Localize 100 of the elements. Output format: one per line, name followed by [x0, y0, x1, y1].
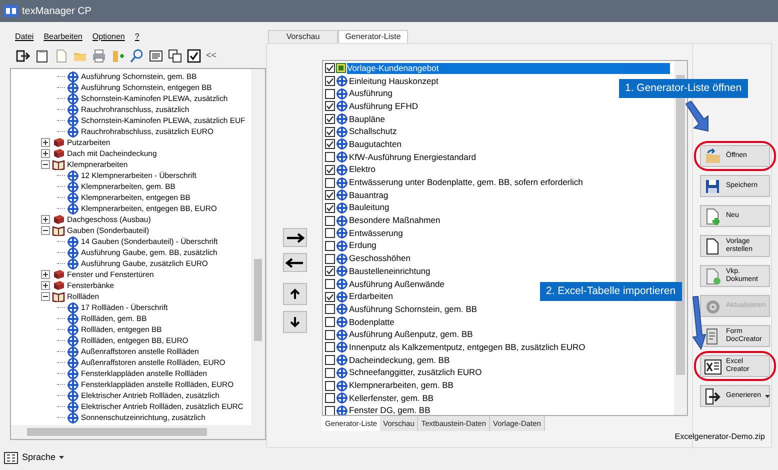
list-item[interactable]: Kellerfenster, gem. BB: [349, 392, 434, 404]
book-icon: [52, 148, 65, 159]
list-item[interactable]: Entwässerung unter Bodenplatte, gem. BB, sofern erforderlich: [349, 177, 583, 188]
checkbox[interactable]: [325, 228, 335, 238]
vertical-scrollbar[interactable]: [251, 69, 265, 425]
arrow-up-button[interactable]: [282, 283, 306, 305]
checkbox[interactable]: [325, 368, 335, 378]
checkbox[interactable]: [325, 216, 335, 226]
tab[interactable]: Generator-Liste: [338, 30, 408, 43]
menu-item[interactable]: Datei: [15, 31, 34, 43]
checkbox[interactable]: [325, 101, 335, 112]
checkbox[interactable]: [325, 240, 335, 251]
checkbox[interactable]: [325, 152, 335, 162]
list-item[interactable]: Bauantrag: [349, 190, 388, 201]
arrow-right-button[interactable]: [282, 228, 306, 247]
checkbox[interactable]: [325, 279, 335, 290]
checkbox[interactable]: [325, 76, 335, 86]
checkbox[interactable]: [325, 190, 335, 200]
checkbox[interactable]: [325, 114, 335, 124]
text-block-icon: [67, 390, 79, 402]
checkbox[interactable]: [325, 139, 335, 150]
checkbox[interactable]: [325, 178, 335, 188]
text-block-icon: [67, 126, 79, 138]
list-item[interactable]: Innenputz als Kalkzementputz, entgegen BB, zusätzlich EURO: [349, 342, 586, 353]
text-block-icon: [336, 75, 348, 88]
text-block-icon: [67, 412, 79, 424]
text-block-icon: [336, 316, 348, 328]
checkbox[interactable]: [325, 304, 335, 314]
expander-icon[interactable]: [41, 149, 50, 158]
checkbox[interactable]: [325, 164, 335, 175]
list-item[interactable]: Bauleitung: [349, 202, 390, 214]
copy-icon[interactable]: [168, 49, 182, 63]
list-item[interactable]: Schallschutz: [349, 126, 397, 138]
list-item[interactable]: Baustelleneinrichtung: [349, 266, 430, 277]
list-item[interactable]: Klempnerarbeiten, gem. BB: [349, 380, 454, 392]
caret-icon: [58, 456, 64, 460]
list-item[interactable]: Geschosshöhen: [349, 253, 410, 264]
clipboard-icon[interactable]: [35, 49, 49, 63]
language-dropdown[interactable]: Sprache: [22, 451, 64, 464]
expander-icon[interactable]: [41, 138, 50, 147]
arrow-left-button[interactable]: [282, 253, 306, 272]
tab[interactable]: Vorschau: [268, 30, 338, 43]
list-item[interactable]: Erdung: [349, 240, 376, 252]
text-block-icon: [67, 368, 79, 380]
expander-icon[interactable]: [41, 281, 50, 290]
expander-icon[interactable]: [41, 292, 50, 301]
exit-icon[interactable]: [16, 49, 30, 63]
search-icon[interactable]: [130, 49, 144, 63]
list-item[interactable]: Fenster DG, gem. BB: [349, 405, 430, 415]
checkbox-icon[interactable]: [187, 49, 201, 63]
expander-icon[interactable]: [41, 270, 50, 279]
text-block-icon: [336, 227, 348, 240]
text-block-icon: [67, 170, 79, 182]
list-item[interactable]: Dacheindeckung, gem. BB: [349, 354, 450, 366]
menu-item[interactable]: Optionen: [92, 31, 125, 43]
horizontal-scrollbar[interactable]: [11, 425, 265, 439]
checkbox[interactable]: [325, 393, 335, 404]
list-item[interactable]: Erdarbeiten: [349, 291, 393, 302]
expander-icon[interactable]: [41, 226, 50, 235]
list-item[interactable]: Baugutachten: [349, 138, 402, 150]
text-block-icon: [336, 392, 348, 404]
expander-icon[interactable]: [41, 160, 50, 169]
list-item[interactable]: KfW-Ausführung Energiestandard: [349, 152, 476, 163]
list-item[interactable]: Ausführung EFHD: [349, 100, 418, 112]
list-item[interactable]: Ausführung Schornstein, gem. BB: [349, 304, 478, 315]
text-block-icon: [336, 240, 348, 252]
list-item[interactable]: Entwässerung: [349, 228, 403, 239]
folder-plus-icon[interactable]: [111, 49, 125, 63]
checkbox[interactable]: [325, 126, 335, 137]
collapse-button[interactable]: <<: [206, 49, 217, 63]
checkbox[interactable]: [325, 266, 335, 276]
list-item[interactable]: Elektro: [349, 164, 376, 176]
checkbox[interactable]: [325, 330, 335, 340]
checkbox[interactable]: [325, 342, 335, 352]
checkbox[interactable]: [325, 202, 335, 213]
list-item[interactable]: Ausführung: [349, 88, 392, 100]
list-item[interactable]: Bodenplatte: [349, 316, 394, 328]
list-item[interactable]: Ausführung Außenputz, gem. BB: [349, 329, 473, 340]
menu-item[interactable]: ?: [134, 31, 140, 43]
checkbox[interactable]: [325, 355, 335, 366]
layout-icon[interactable]: [4, 452, 18, 464]
list-item[interactable]: Baupläne: [349, 114, 385, 125]
checkbox[interactable]: [325, 317, 335, 328]
expander-icon[interactable]: [41, 215, 50, 224]
text-block-icon: [336, 100, 348, 112]
form-icon[interactable]: [149, 49, 163, 63]
list-item[interactable]: Einleitung Hauskonzept: [349, 76, 438, 87]
checkbox[interactable]: [325, 88, 335, 99]
arrow-down-button[interactable]: [282, 311, 306, 333]
list-item[interactable]: Ausführung Außenwände: [349, 278, 444, 290]
printer-icon[interactable]: [92, 49, 106, 63]
list-item[interactable]: Vorlage-Kundenangebot: [347, 62, 670, 74]
text-block-icon: [336, 189, 348, 202]
checkbox[interactable]: [325, 254, 335, 264]
checkbox[interactable]: [325, 380, 335, 391]
menu-item[interactable]: Bearbeiten: [44, 31, 82, 43]
list-item[interactable]: Besondere Maßnahmen: [349, 215, 440, 226]
checkbox[interactable]: [325, 292, 335, 302]
checkbox[interactable]: [325, 63, 335, 74]
list-item[interactable]: Schneefanggitter, zusätzlich EURO: [349, 367, 482, 378]
